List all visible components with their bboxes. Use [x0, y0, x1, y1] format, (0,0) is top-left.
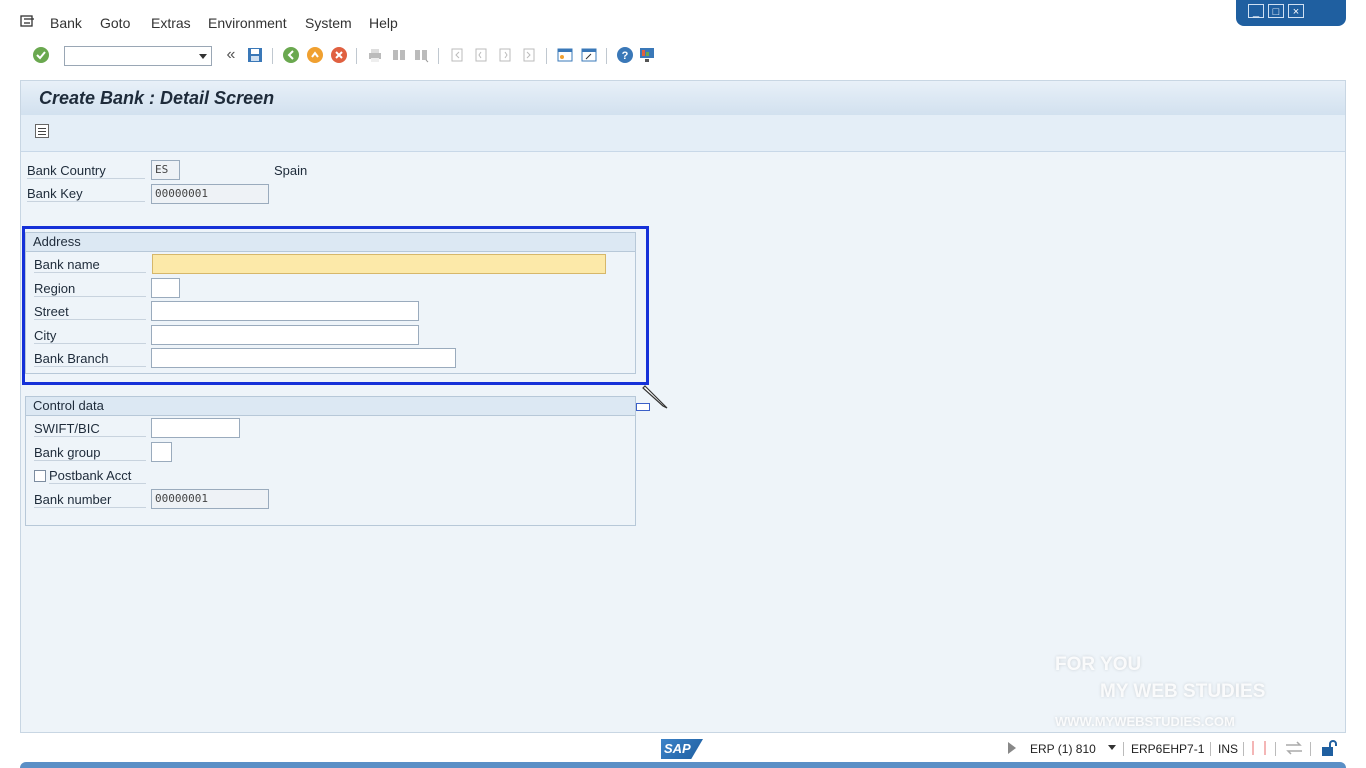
save-icon[interactable]: [246, 46, 264, 64]
menu-environment[interactable]: Environment: [208, 15, 287, 31]
toolbar-separator: [546, 48, 547, 64]
window-controls: _ □ ×: [1236, 0, 1366, 28]
find-icon[interactable]: [390, 46, 408, 64]
toolbar-separator: [356, 48, 357, 64]
bank-country-name: Spain: [274, 163, 308, 178]
postbank-acct-checkbox[interactable]: [34, 470, 46, 482]
back-double-icon[interactable]: «: [222, 46, 240, 64]
menu-system[interactable]: System: [305, 15, 352, 31]
status-separator: [1310, 742, 1311, 756]
status-separator: [1123, 742, 1124, 756]
watermark-line-1: FOR YOU: [1055, 654, 1142, 675]
system-toolbar: « ?: [0, 44, 1366, 70]
watermark-line-2: MY WEB STUDIES: [1100, 681, 1266, 702]
bank-number-field: 00000001: [151, 489, 269, 509]
menu-bar: Bank Goto Extras Environment System Help…: [0, 0, 1366, 44]
screen-title-bar: Create Bank : Detail Screen: [21, 81, 1345, 116]
status-expand-icon[interactable]: [1008, 742, 1016, 754]
document-icon[interactable]: [35, 124, 49, 138]
menu-bank[interactable]: Bank: [50, 15, 82, 31]
sap-logo-text: SAP: [664, 741, 691, 756]
bank-key-field: 00000001: [151, 184, 269, 204]
postbank-acct-label: Postbank Acct: [49, 468, 146, 484]
resize-handle[interactable]: [636, 403, 650, 411]
watermark-line-3: WWW.MYWEBSTUDIES.COM: [1055, 714, 1235, 729]
svg-text:?: ?: [622, 50, 629, 62]
find-next-icon[interactable]: [412, 46, 430, 64]
bank-country-label: Bank Country: [27, 163, 145, 179]
bank-key-label: Bank Key: [27, 186, 145, 202]
bank-country-field: ES: [151, 160, 180, 180]
control-data-title: Control data: [33, 398, 104, 413]
page-title: Create Bank : Detail Screen: [39, 88, 275, 108]
swift-bic-label: SWIFT/BIC: [34, 421, 146, 437]
toolbar-separator: [606, 48, 607, 64]
application-toolbar: [21, 115, 1345, 152]
status-separator: [1243, 742, 1244, 756]
chevron-down-icon[interactable]: [199, 54, 207, 59]
toolbar-separator: [438, 48, 439, 64]
enter-icon[interactable]: [32, 46, 50, 64]
menu-toggle-icon[interactable]: [20, 14, 36, 28]
control-data-header: Control data: [26, 397, 635, 416]
customize-icon[interactable]: [638, 46, 656, 64]
help-icon[interactable]: ?: [616, 46, 634, 64]
sap-logo: SAP: [661, 739, 703, 759]
address-highlight-box: [22, 226, 649, 385]
shortcut-icon[interactable]: [580, 46, 598, 64]
bank-number-label: Bank number: [34, 492, 146, 508]
swift-bic-field[interactable]: [151, 418, 240, 438]
cancel-icon[interactable]: [330, 46, 348, 64]
new-session-icon[interactable]: [556, 46, 574, 64]
command-field[interactable]: [64, 46, 212, 66]
lock-icon[interactable]: [1320, 739, 1338, 757]
next-page-icon[interactable]: [496, 46, 514, 64]
minimize-icon[interactable]: _: [1248, 4, 1264, 18]
bank-group-label: Bank group: [34, 445, 146, 461]
status-separator: [1210, 742, 1211, 756]
exit-icon[interactable]: [306, 46, 324, 64]
last-page-icon[interactable]: [520, 46, 538, 64]
maximize-icon[interactable]: □: [1268, 4, 1284, 18]
server-info: ERP6EHP7-1: [1131, 742, 1205, 756]
menu-extras[interactable]: Extras: [151, 15, 191, 31]
print-icon[interactable]: [366, 46, 384, 64]
menu-help[interactable]: Help: [369, 15, 398, 31]
toolbar-separator: [272, 48, 273, 64]
bottom-border: [20, 762, 1346, 768]
status-indicator-icon: [1252, 741, 1266, 755]
prev-page-icon[interactable]: [472, 46, 490, 64]
close-icon[interactable]: ×: [1288, 4, 1304, 18]
system-dropdown-icon[interactable]: [1108, 745, 1116, 750]
insert-mode: INS: [1218, 742, 1239, 756]
transfer-icon[interactable]: [1284, 740, 1304, 756]
first-page-icon[interactable]: [448, 46, 466, 64]
bank-group-field[interactable]: [151, 442, 172, 462]
status-separator: [1275, 742, 1276, 756]
menu-goto[interactable]: Goto: [100, 15, 130, 31]
back-icon[interactable]: [282, 46, 300, 64]
system-info: ERP (1) 810: [1030, 742, 1096, 756]
